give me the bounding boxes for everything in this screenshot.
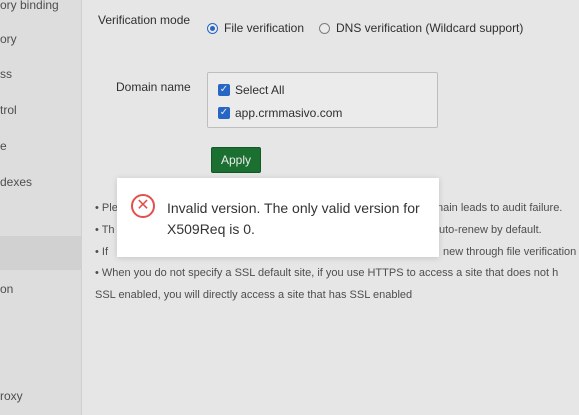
toast-message: Invalid version. The only valid version … — [167, 200, 420, 237]
error-toast: ✕ Invalid version. The only valid versio… — [117, 178, 439, 257]
error-circle-x-icon: ✕ — [131, 194, 155, 218]
